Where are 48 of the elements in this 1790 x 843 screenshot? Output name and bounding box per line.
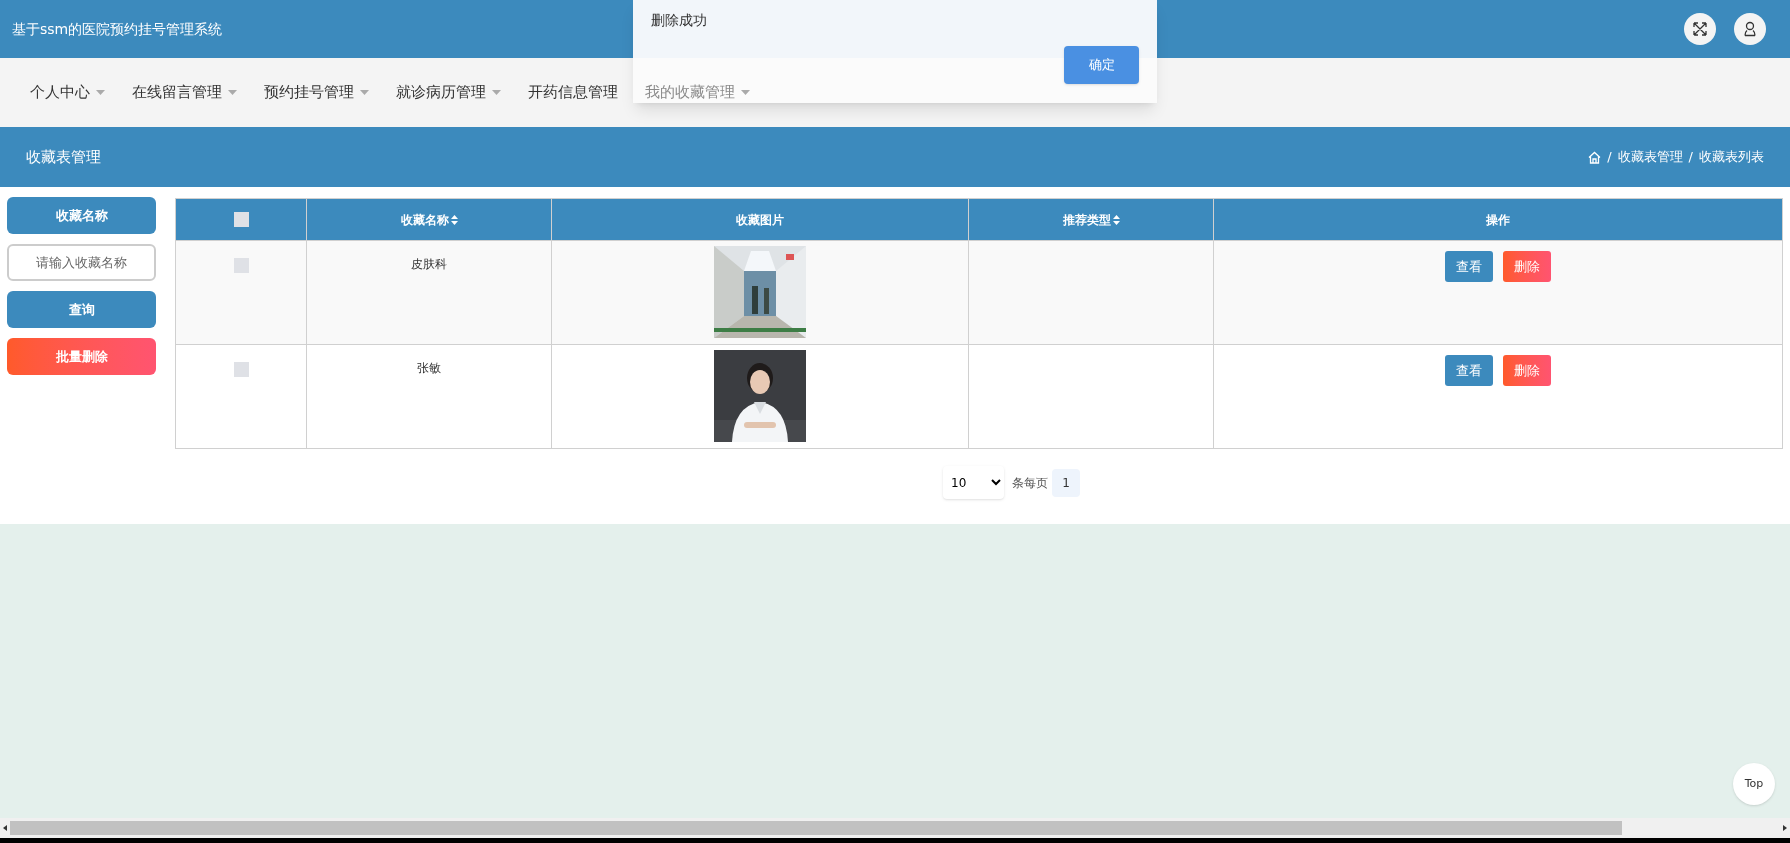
nav-menu-item[interactable]: 预约挂号管理: [264, 81, 369, 104]
column-header[interactable]: 推荐类型: [969, 199, 1214, 240]
checkbox[interactable]: [233, 212, 249, 227]
checkbox[interactable]: [233, 258, 249, 273]
sort-icon: [1112, 214, 1120, 225]
caret-icon: [360, 90, 369, 95]
nav-menu-item[interactable]: 就诊病历管理: [396, 81, 501, 104]
search-button[interactable]: 查询: [7, 291, 156, 328]
caret-icon: [741, 90, 750, 95]
table-cell-text: 张敏: [417, 360, 441, 377]
confirm-button[interactable]: 确定: [1064, 46, 1139, 84]
table-cell-text: 皮肤科: [411, 256, 447, 273]
home-icon[interactable]: [1588, 150, 1602, 164]
batch-delete-button[interactable]: 批量删除: [7, 338, 156, 375]
back-to-top-button[interactable]: Top: [1733, 763, 1775, 805]
user-button[interactable]: [1734, 13, 1766, 45]
view-button[interactable]: 查看: [1445, 251, 1493, 282]
page-title: 收藏表管理: [26, 146, 101, 168]
caret-icon: [492, 90, 501, 95]
nav-menu-item[interactable]: 开药信息管理: [528, 81, 618, 104]
caret-icon: [96, 90, 105, 95]
fullscreen-icon: [1692, 21, 1708, 37]
delete-button[interactable]: 删除: [1503, 355, 1551, 386]
nav-menu-item[interactable]: 我的收藏管理: [645, 81, 750, 104]
dialog-message: 删除成功: [651, 12, 707, 28]
breadcrumb-separator: /: [1606, 148, 1613, 167]
user-icon: [1742, 21, 1758, 37]
view-button[interactable]: 查看: [1445, 355, 1493, 386]
column-header: 操作: [1214, 199, 1782, 240]
column-header[interactable]: 收藏名称: [307, 199, 552, 240]
search-field[interactable]: 请输入收藏名称: [7, 244, 156, 281]
checkbox[interactable]: [233, 362, 249, 377]
nav-menu-item[interactable]: 个人中心: [30, 81, 105, 104]
fullscreen-button[interactable]: [1684, 13, 1716, 45]
app-title: 基于ssm的医院预约挂号管理系统: [12, 19, 223, 39]
breadcrumb-separator: /: [1687, 148, 1694, 167]
breadcrumb-link[interactable]: 收藏表管理: [1617, 147, 1683, 167]
page-button[interactable]: 1: [1052, 468, 1080, 497]
search-label: 收藏名称: [7, 197, 156, 234]
sort-icon: [450, 214, 458, 225]
scrollbar-thumb[interactable]: [10, 821, 1622, 835]
column-header: 收藏图片: [552, 199, 969, 240]
caret-icon: [228, 90, 237, 95]
breadcrumb-link[interactable]: 收藏表列表: [1699, 147, 1764, 167]
per-page-label: 条每页: [1012, 474, 1048, 492]
page-size-select[interactable]: 10: [943, 466, 1004, 499]
nav-menu-item[interactable]: 在线留言管理: [132, 81, 237, 104]
delete-button[interactable]: 删除: [1503, 251, 1551, 282]
